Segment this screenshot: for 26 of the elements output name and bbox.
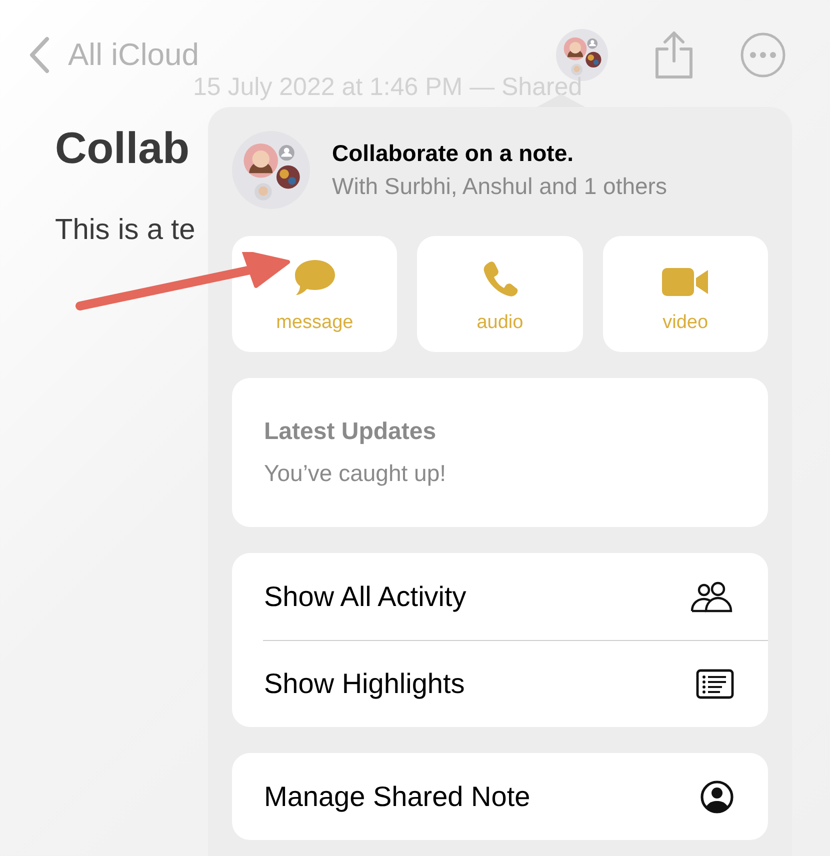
share-icon[interactable] — [654, 31, 694, 79]
phone-icon — [482, 260, 518, 298]
menu-label: Show All Activity — [264, 580, 466, 612]
action-button[interactable]: audio — [417, 236, 583, 352]
menu-item[interactable]: Manage Shared Note — [232, 753, 768, 840]
menu-item[interactable]: Show Highlights — [263, 640, 768, 727]
participants-text: With Surbhi, Anshul and 1 others — [332, 173, 667, 200]
avatar-group-icon — [232, 131, 310, 209]
bubble-icon — [292, 258, 337, 298]
action-button[interactable]: video — [602, 236, 768, 352]
menu-item[interactable]: Show All Activity — [232, 553, 768, 640]
list-icon — [696, 669, 734, 699]
people-icon — [690, 580, 734, 612]
updates-heading: Latest Updates — [264, 418, 438, 446]
action-button[interactable]: message — [232, 236, 398, 352]
menu-label: Manage Shared Note — [264, 780, 530, 812]
note-title: Collab — [55, 124, 190, 174]
person-icon — [700, 780, 734, 814]
back-chevron-icon — [28, 36, 50, 74]
more-icon[interactable] — [740, 32, 786, 78]
updates-status: You’ve caught up! — [264, 460, 448, 487]
note-text: This is a te — [55, 214, 196, 247]
menu-label: Show Highlights — [264, 668, 465, 700]
collab-title: Collaborate on a note. — [332, 140, 575, 167]
video-camera-icon — [661, 266, 710, 298]
back-link[interactable]: All iCloud — [28, 36, 199, 74]
